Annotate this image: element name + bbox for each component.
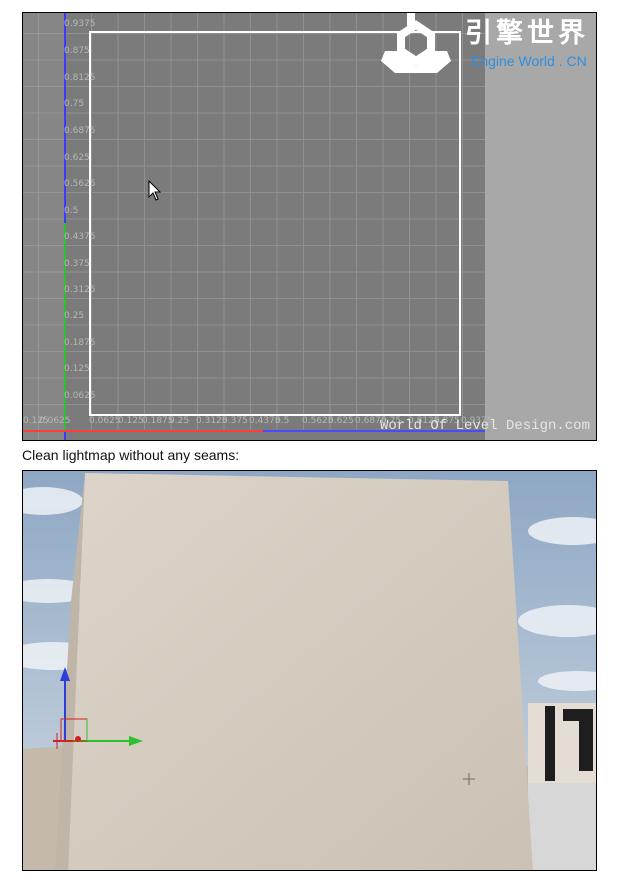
- uv-editor-viewport[interactable]: 0.9375 0.875 0.8125 0.75 0.6875 0.625 0.…: [22, 12, 597, 441]
- v-tick-label: 0.8125: [64, 73, 96, 83]
- wall-mesh: [68, 473, 533, 870]
- v-tick-label: 0.5625: [64, 179, 96, 189]
- level-viewport[interactable]: [22, 470, 597, 871]
- v-tick-label: 0.9375: [64, 19, 96, 29]
- caption-text: Clean lightmap without any seams:: [22, 447, 240, 463]
- logo-chinese-text: 引擎世界: [465, 18, 589, 49]
- v-tick-label: 0.875: [64, 46, 90, 56]
- v-tick-label: 0.625: [64, 153, 90, 163]
- watermark-text: World Of Level Design.com: [379, 418, 590, 434]
- v-tick-label: 0.0625: [64, 391, 96, 401]
- background-blocks: [528, 703, 596, 870]
- uv-grid: [23, 13, 596, 440]
- u-tick-label: 0.0625: [39, 416, 71, 426]
- logo-english-text: Engine World . CN: [471, 53, 587, 69]
- mouse-cursor-icon: [148, 180, 162, 201]
- v-tick-label: 0.1875: [64, 338, 96, 348]
- u-tick-label: 0.625: [328, 416, 354, 426]
- v-tick-label: 0.6875: [64, 126, 96, 136]
- v-tick-label: 0.3125: [64, 285, 96, 295]
- viewport-scene: [23, 471, 596, 870]
- v-tick-label: 0.4375: [64, 232, 96, 242]
- u-tick-label: 0.5: [275, 416, 290, 426]
- u-tick-label: 0.25: [169, 416, 190, 426]
- u-tick-label: 0.375: [222, 416, 248, 426]
- uv-gutter-area: [485, 13, 596, 440]
- v-tick-label: 0.125: [64, 364, 90, 374]
- v-tick-label: 0.75: [64, 99, 85, 109]
- v-tick-label: 0.5: [64, 206, 79, 216]
- engine-world-logo: [381, 13, 451, 73]
- u-tick-label: 0.0625: [89, 416, 121, 426]
- u-tick-label: 0.125: [118, 416, 144, 426]
- v-tick-label: 0.25: [64, 311, 85, 321]
- v-tick-label: 0.375: [64, 259, 90, 269]
